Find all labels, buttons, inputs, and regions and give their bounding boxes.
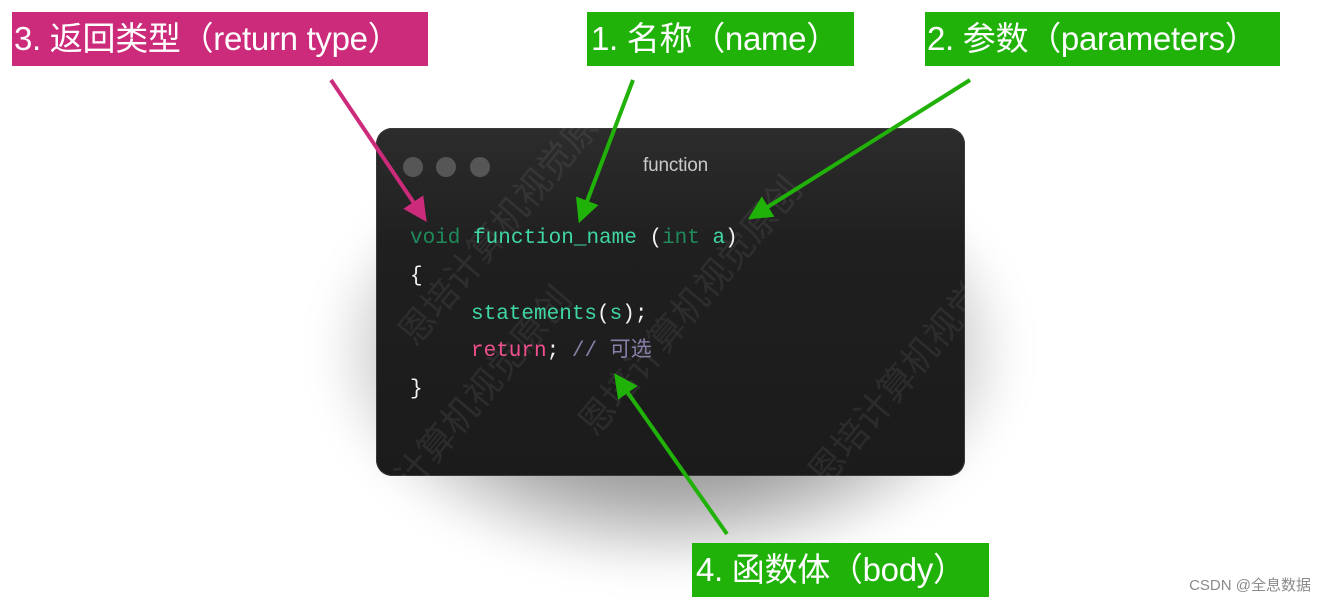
code-window: 恩培计算机视觉原创 恩培计算机视觉原创 恩培计算机视觉原创 恩培计算机视觉原创 … xyxy=(376,128,965,476)
label-parameters: 2. 参数（parameters） xyxy=(925,12,1280,66)
label-return-type: 3. 返回类型（return type） xyxy=(12,12,428,66)
code-line-signature: void function_name (int a) xyxy=(410,220,738,258)
label-body: 4. 函数体（body） xyxy=(692,543,989,597)
code-line-close-brace: } xyxy=(410,378,423,402)
param-name-token: a xyxy=(712,227,726,250)
return-type-token: void xyxy=(410,227,461,250)
paren-token: ( xyxy=(597,302,610,326)
close-token: ); xyxy=(622,302,648,326)
window-title: function xyxy=(643,155,708,176)
footer-credit: CSDN @全息数据 xyxy=(1189,577,1311,594)
return-keyword-token: return xyxy=(471,340,547,364)
arg-token: s xyxy=(609,302,623,326)
param-type-token: int xyxy=(662,227,700,250)
comment-token: // 可选 xyxy=(571,340,652,364)
code-line-return: return; // 可选 xyxy=(410,333,738,371)
code-block: void function_name (int a) { statements(… xyxy=(410,220,738,409)
close-paren-token: ) xyxy=(725,227,738,250)
semicolon-token: ; xyxy=(546,340,560,364)
code-line-open-brace: { xyxy=(410,264,423,288)
function-name-token: function_name xyxy=(473,227,637,250)
statements-call-token: statements xyxy=(471,302,598,326)
watermark: 恩培计算机视觉原创 xyxy=(800,218,965,476)
label-name: 1. 名称（name） xyxy=(587,12,854,66)
code-line-statements: statements(s); xyxy=(410,296,738,334)
open-paren-token: ( xyxy=(636,227,663,250)
